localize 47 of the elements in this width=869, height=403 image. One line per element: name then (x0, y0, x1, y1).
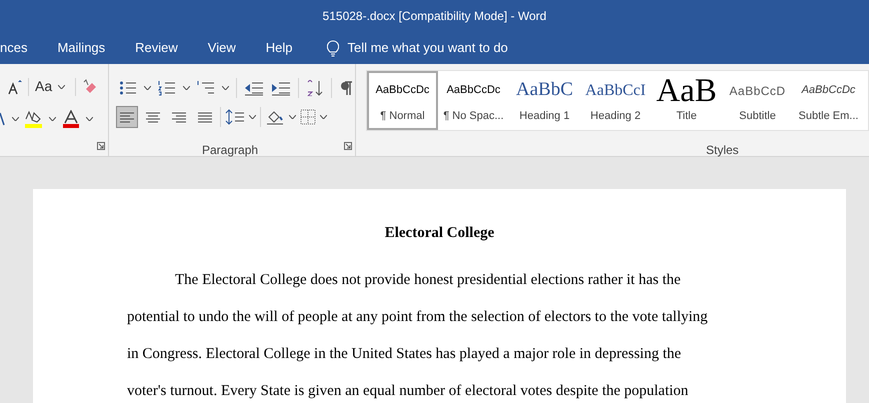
style-item[interactable]: AaBbCcDc ¶ Normal (367, 71, 438, 130)
ribbon-tab[interactable]: Mailings (57, 38, 106, 58)
ribbon-tab[interactable]: View (208, 38, 236, 58)
group-label: Styles (706, 142, 739, 159)
ribbon-tab[interactable]: nces (0, 38, 28, 58)
increase-indent-icon[interactable] (271, 80, 291, 96)
caret-icon (49, 117, 56, 121)
dialog-launcher-icon[interactable] (97, 142, 105, 150)
eraser-icon[interactable] (82, 78, 98, 94)
search-field[interactable]: Tell me what you want to do (347, 38, 508, 58)
paint-bucket-icon[interactable] (265, 109, 285, 125)
numbered-list-icon[interactable] (158, 80, 176, 96)
style-item[interactable]: AaBbCcDc ¶ No Spac... (438, 71, 509, 130)
ribbon-tab[interactable]: Review (135, 38, 178, 58)
lightbulb-icon[interactable] (327, 40, 340, 56)
caret-icon (12, 117, 19, 121)
caret-icon (58, 84, 66, 88)
group-label: Paragraph (202, 142, 258, 159)
caret-icon (144, 86, 151, 90)
style-item[interactable]: AaBbC Heading 1 (509, 71, 580, 130)
caret-icon (249, 115, 256, 119)
style-item[interactable]: AaBbCcI Heading 2 (580, 71, 651, 130)
pilcrow-icon[interactable] (339, 80, 353, 96)
dialog-launcher-icon[interactable] (344, 142, 352, 150)
style-item[interactable]: AaBbCcDc Subtle Em... (793, 71, 864, 130)
highlighter-icon[interactable] (25, 110, 43, 128)
align-button[interactable] (116, 106, 138, 128)
body-paragraph: The Electoral College does not provide honest presidential elections rather it has the potential to undo the will of people at any point from the selection of electors to the vote tallying in Congress. Electoral College in the United States has played a major role in depressing the voter's turnout. Every State is given an equal number of electoral votes despite the population (127, 270, 708, 400)
bullet-list-icon[interactable] (119, 80, 137, 96)
caret-icon (86, 117, 93, 121)
line-spacing-icon[interactable] (225, 109, 245, 125)
window-title: 515028-.docx [Compatibility Mode] - Word (322, 8, 546, 25)
document-heading: Electoral College (384, 224, 496, 243)
multilevel-list-icon[interactable] (197, 80, 215, 96)
ribbon-tab[interactable]: Help (266, 38, 292, 58)
decrease-indent-icon[interactable] (244, 80, 264, 96)
style-item[interactable]: AaB Title (651, 71, 722, 130)
change-case-button[interactable]: Aa (35, 76, 52, 97)
caret-icon (222, 86, 229, 90)
font-color-icon[interactable] (62, 110, 80, 128)
style-item[interactable]: AaBbCcD Subtitle (722, 71, 793, 130)
grow-font-icon[interactable] (8, 78, 22, 94)
caret-icon (183, 86, 190, 90)
borders-icon[interactable] (300, 109, 316, 125)
sort-icon[interactable] (306, 80, 324, 96)
caret-icon (320, 115, 327, 119)
caret-icon (289, 115, 296, 119)
